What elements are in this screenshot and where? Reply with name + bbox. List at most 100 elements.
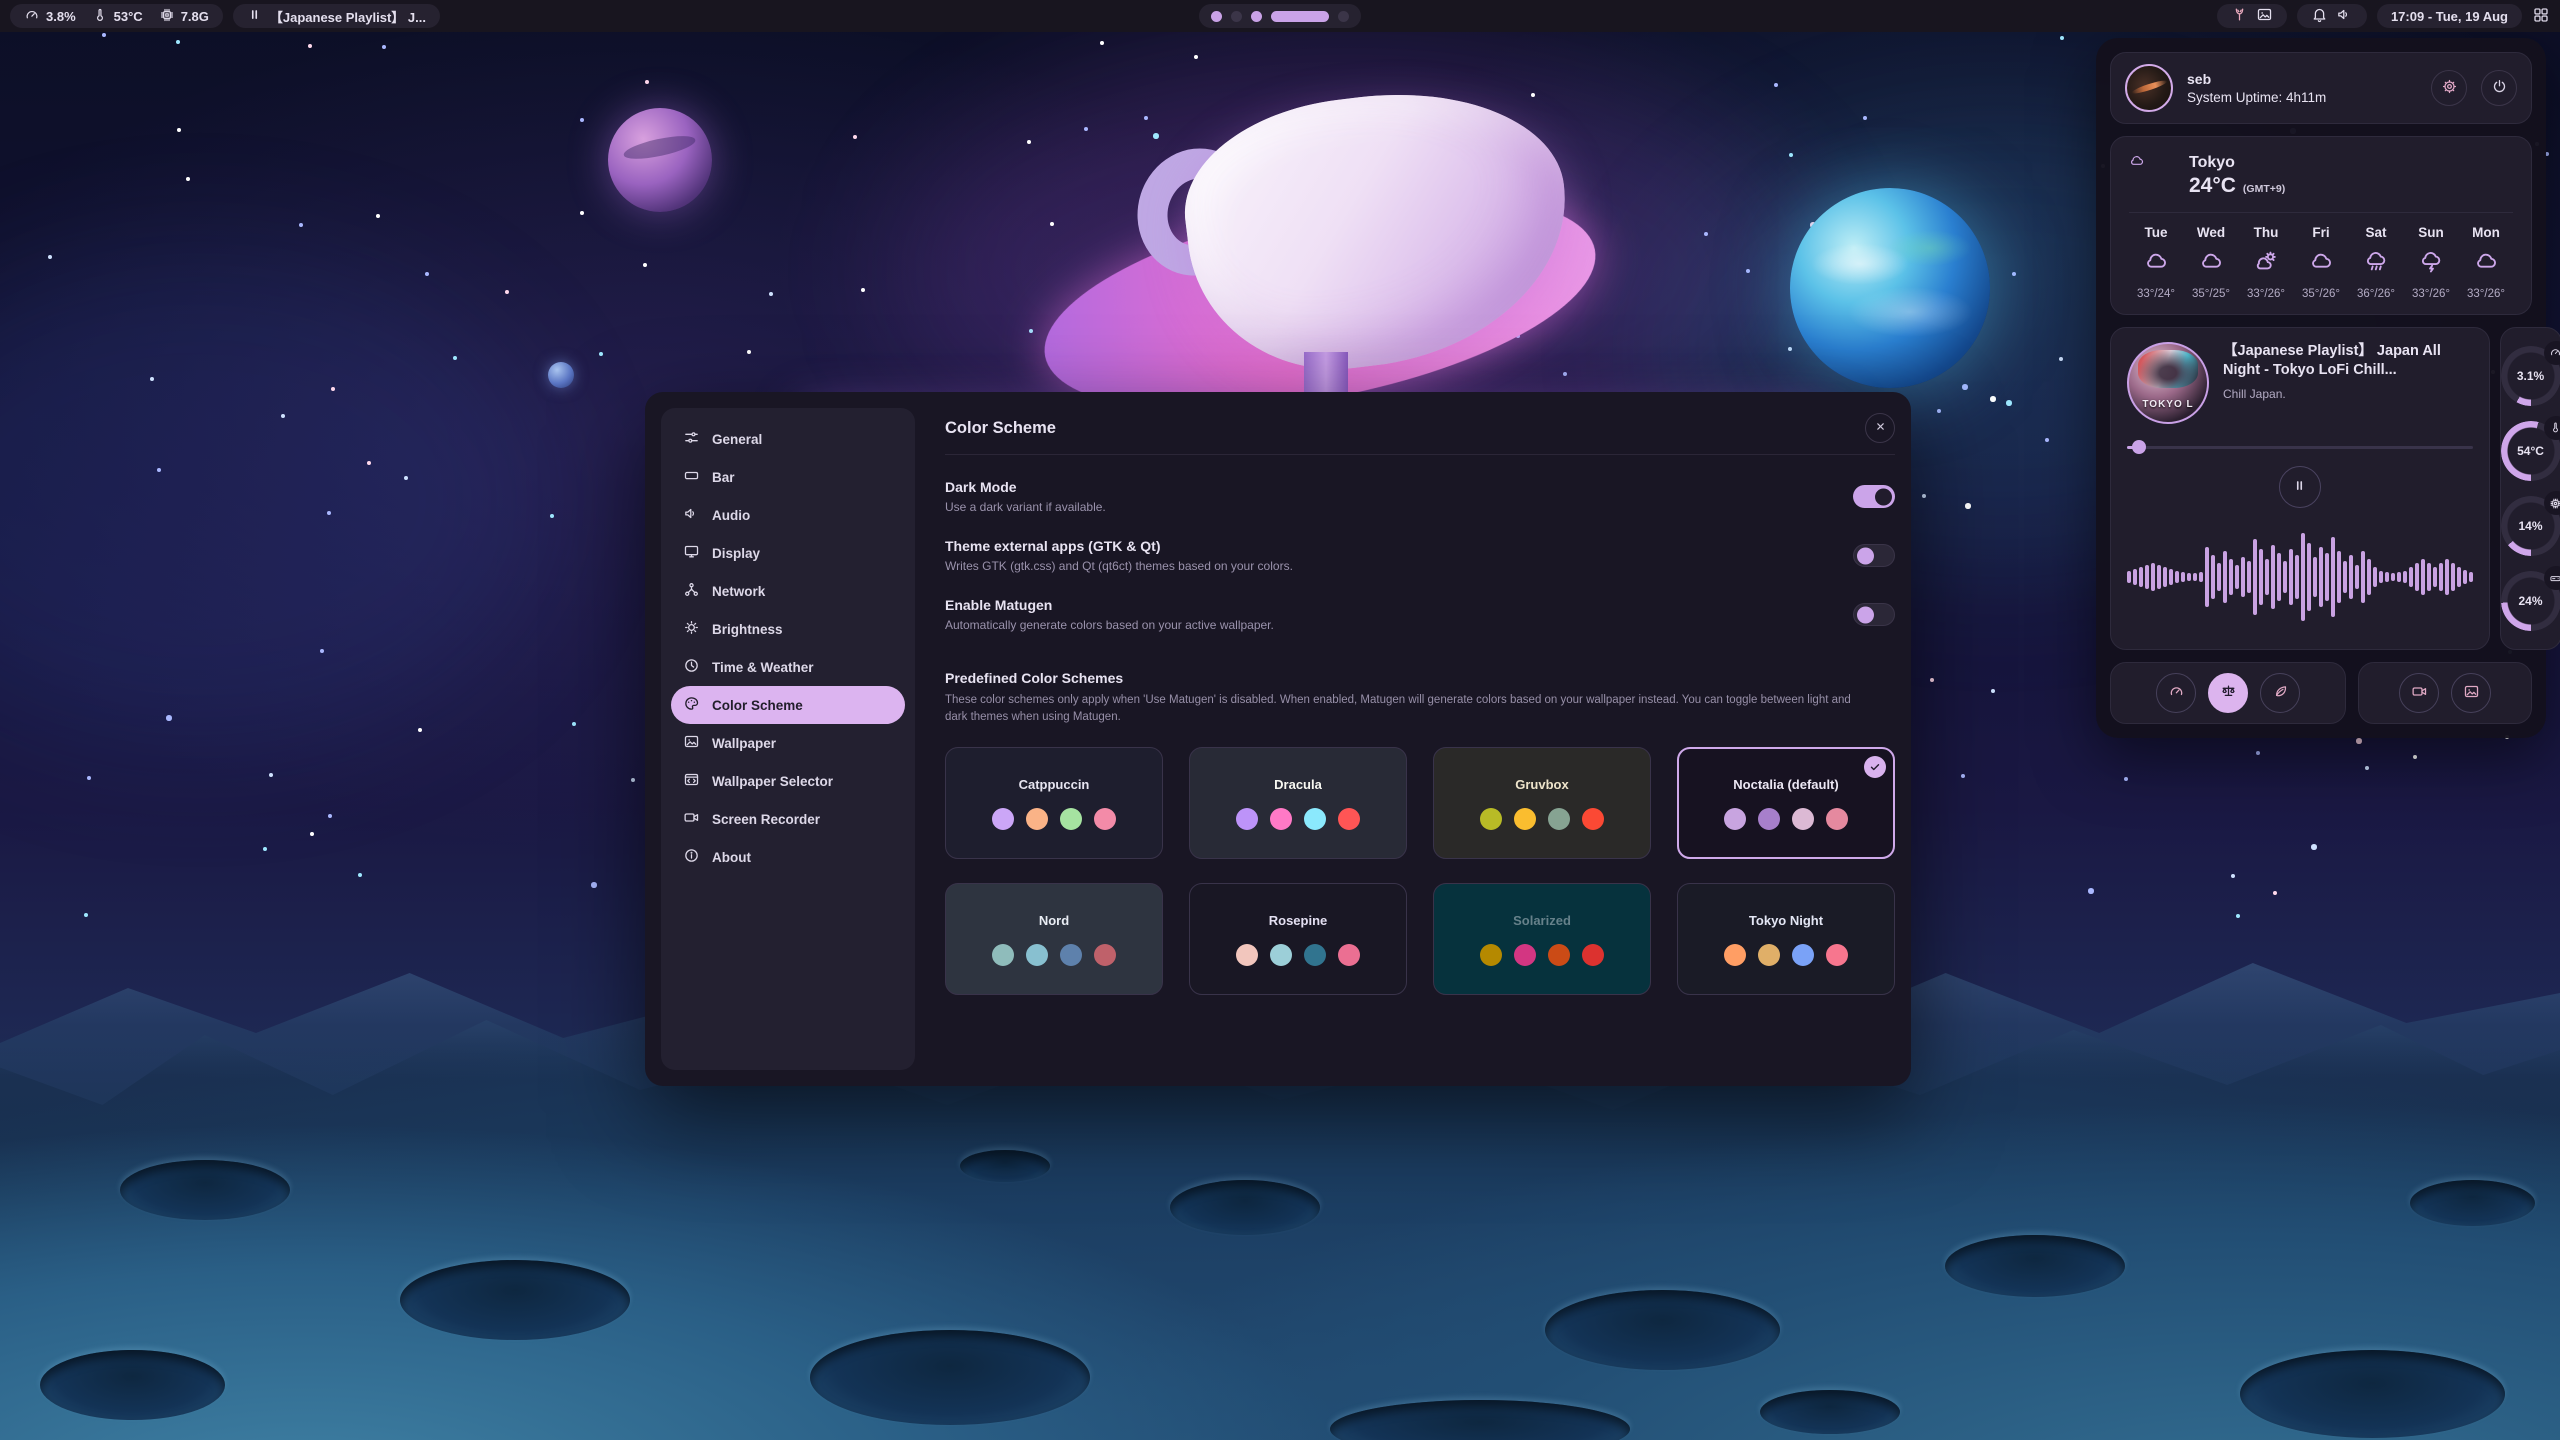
forecast-day-mon: Mon33°/26° (2459, 225, 2513, 300)
topbar-media-title: 【Japanese Playlist】 J... (270, 7, 426, 26)
sidebar-item-screen-recorder[interactable]: Screen Recorder (671, 800, 905, 838)
toggle-dark-mode[interactable] (1853, 485, 1895, 508)
color-swatch (1826, 944, 1848, 966)
color-swatch (1026, 808, 1048, 830)
gauge-memory: 14% (2501, 496, 2560, 556)
toggle-theme-external-apps-gtk-qt[interactable] (1853, 544, 1895, 567)
app-grid-button[interactable] (2532, 6, 2550, 27)
power-profile-power-saver[interactable] (2260, 673, 2300, 713)
toggle-settings: Dark ModeUse a dark variant if available… (945, 479, 1895, 656)
sidebar-item-network[interactable]: Network (671, 572, 905, 610)
rain-icon (2364, 249, 2389, 279)
forecast-day-label: Mon (2472, 225, 2500, 240)
bell-icon[interactable] (2311, 6, 2328, 26)
info-icon (683, 847, 700, 867)
color-swatch (1304, 808, 1326, 830)
sidebar-item-brightness[interactable]: Brightness (671, 610, 905, 648)
thermometer-icon (92, 7, 108, 26)
settings-window: GeneralBarAudioDisplayNetworkBrightnessT… (645, 392, 1911, 1086)
color-swatch (1270, 808, 1292, 830)
workspace-4[interactable] (1271, 11, 1329, 22)
sidebar-item-wallpaper-selector[interactable]: Wallpaper Selector (671, 762, 905, 800)
close-icon (1874, 420, 1887, 436)
topbar-media-pill[interactable]: 【Japanese Playlist】 J... (233, 4, 440, 28)
forecast-day-sun: Sun33°/26° (2404, 225, 2458, 300)
setting-description: Use a dark variant if available. (945, 500, 1106, 514)
speaker-icon[interactable] (2336, 6, 2353, 26)
media-progress-slider[interactable] (2127, 440, 2473, 454)
power-button[interactable] (2481, 70, 2517, 106)
color-swatch (1724, 944, 1746, 966)
color-swatch (992, 808, 1014, 830)
sidebar-item-color-scheme[interactable]: Color Scheme (671, 686, 905, 724)
sidebar-item-time-weather[interactable]: Time & Weather (671, 648, 905, 686)
forecast-day-tue: Tue33°/24° (2129, 225, 2183, 300)
sidebar-item-about[interactable]: About (671, 838, 905, 876)
setting-row-enable-matugen: Enable MatugenAutomatically generate col… (945, 597, 1895, 632)
pause-button[interactable] (2279, 466, 2321, 508)
power-profile-performance[interactable] (2156, 673, 2196, 713)
wallpaper-button[interactable] (2451, 673, 2491, 713)
sidebar-item-general[interactable]: General (671, 420, 905, 458)
slider-knob[interactable] (2132, 440, 2146, 454)
weather-temperature: 24°C (2189, 174, 2236, 198)
color-swatch (1094, 944, 1116, 966)
sidebar-item-bar[interactable]: Bar (671, 458, 905, 496)
user-card: seb System Uptime: 4h11m (2110, 52, 2532, 124)
scheme-card-catppuccin[interactable]: Catppuccin (945, 747, 1163, 859)
sidebar-item-label: Bar (712, 470, 735, 485)
toggle-enable-matugen[interactable] (1853, 603, 1895, 626)
screen-recorder-icon (683, 809, 700, 829)
system-monitor-column: 3.1%54°C14%24% (2500, 327, 2560, 650)
scheme-name: Nord (1039, 913, 1069, 928)
memory-stat[interactable]: 7.8G (159, 7, 209, 26)
color-swatch (1480, 808, 1502, 830)
scheme-card-rosepine[interactable]: Rosepine (1189, 883, 1407, 995)
color-swatch (1236, 944, 1258, 966)
section-title: Predefined Color Schemes (945, 670, 1895, 686)
temperature-stat[interactable]: 53°C (92, 7, 143, 26)
scheme-card-solarized[interactable]: Solarized (1433, 883, 1651, 995)
clock-pill[interactable]: 17:09 - Tue, 19 Aug (2377, 4, 2522, 28)
scheme-card-tokyo-night[interactable]: Tokyo Night (1677, 883, 1895, 995)
tray-app-icon[interactable] (2231, 6, 2248, 26)
crater (1330, 1400, 1630, 1440)
color-swatch (1060, 808, 1082, 830)
scales-icon (2220, 683, 2237, 703)
scheme-name: Dracula (1274, 777, 1322, 792)
nebula (0, 250, 550, 750)
sidebar-item-wallpaper[interactable]: Wallpaper (671, 724, 905, 762)
power-icon (2491, 78, 2508, 98)
workspace-5[interactable] (1338, 11, 1349, 22)
settings-button[interactable] (2431, 70, 2467, 106)
sidebar-item-display[interactable]: Display (671, 534, 905, 572)
network-icon (683, 581, 700, 601)
setting-row-dark-mode: Dark ModeUse a dark variant if available… (945, 479, 1895, 514)
scheme-card-noctalia-default[interactable]: Noctalia (default) (1677, 747, 1895, 859)
workspace-3[interactable] (1251, 11, 1262, 22)
album-art (2127, 342, 2209, 424)
forecast-temps: 35°/25° (2192, 288, 2230, 300)
forecast-temps: 33°/26° (2247, 288, 2285, 300)
cloud-icon (2144, 249, 2169, 279)
avatar (2125, 64, 2173, 112)
forecast-day-wed: Wed35°/25° (2184, 225, 2238, 300)
temperature-value: 53°C (114, 9, 143, 24)
cpu-usage-stat[interactable]: 3.8% (24, 7, 76, 26)
workspace-1[interactable] (1211, 11, 1222, 22)
weather-forecast: Tue33°/24°Wed35°/25°Thu33°/26°Fri35°/26°… (2129, 225, 2513, 300)
scheme-card-dracula[interactable]: Dracula (1189, 747, 1407, 859)
pause-icon (2292, 478, 2307, 496)
gauge-icon (24, 7, 40, 26)
screen-recorder-button[interactable] (2399, 673, 2439, 713)
workspace-2[interactable] (1231, 11, 1242, 22)
close-button[interactable] (1865, 413, 1895, 443)
forecast-temps: 33°/26° (2412, 288, 2450, 300)
power-profile-balanced[interactable] (2208, 673, 2248, 713)
scheme-card-gruvbox[interactable]: Gruvbox (1433, 747, 1651, 859)
scheme-card-nord[interactable]: Nord (945, 883, 1163, 995)
sidebar-item-audio[interactable]: Audio (671, 496, 905, 534)
tray-image-icon[interactable] (2256, 6, 2273, 26)
media-player-card: 【Japanese Playlist】 Japan All Night - To… (2110, 327, 2490, 650)
saturn-coffee-cup (1060, 90, 1580, 410)
